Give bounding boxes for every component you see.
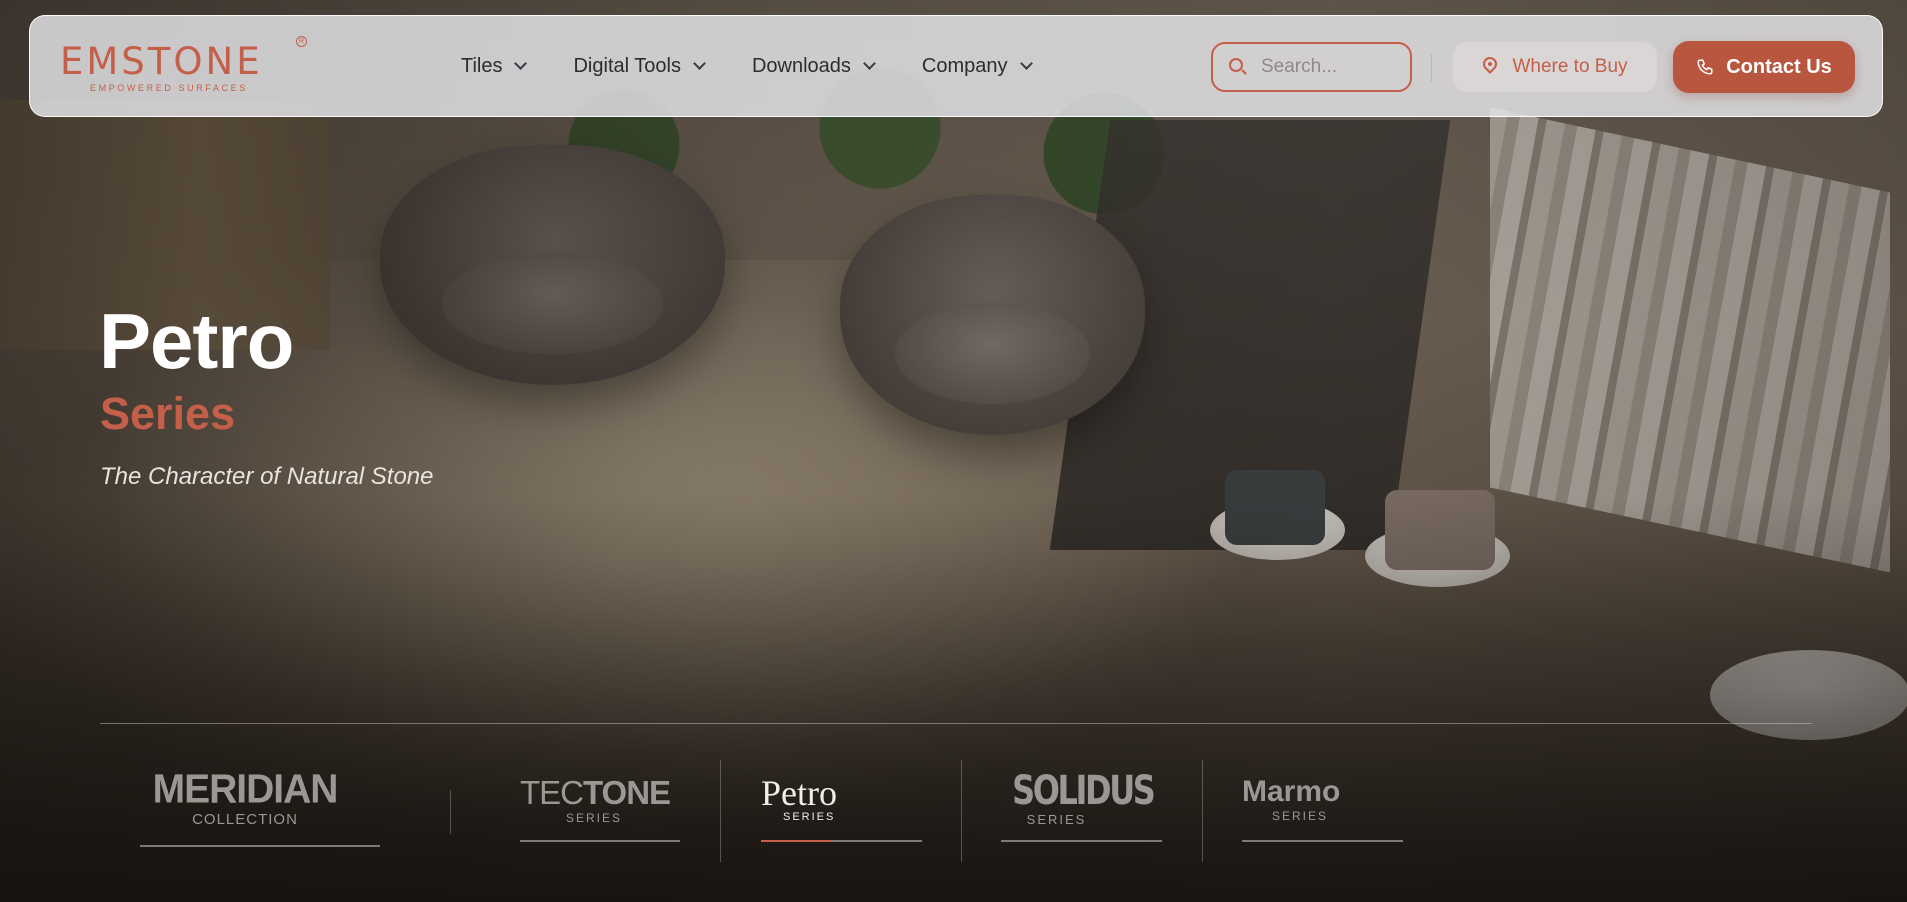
nav-item-downloads[interactable]: Downloads bbox=[751, 54, 876, 78]
logo-tagline: EMPOWERED SURFACES bbox=[90, 83, 248, 93]
hero-tagline: The Character of Natural Stone bbox=[100, 463, 434, 490]
collection-subtitle: COLLECTION bbox=[192, 811, 298, 828]
chevron-down-icon bbox=[514, 57, 528, 70]
main-nav: Tiles Digital Tools Downloads Company bbox=[461, 16, 1079, 116]
phone-icon bbox=[1696, 58, 1714, 76]
collection-subtitle: SERIES bbox=[1026, 812, 1087, 827]
search-icon bbox=[1229, 58, 1247, 76]
nav-item-label: Tiles bbox=[461, 54, 503, 77]
collection-name: Petro bbox=[761, 773, 837, 813]
collection-underline bbox=[520, 840, 680, 842]
collection-name: MERIDIAN bbox=[152, 766, 339, 813]
chevron-down-icon bbox=[693, 57, 706, 70]
collection-name: TECTONE bbox=[520, 774, 671, 811]
chevron-down-icon bbox=[863, 57, 876, 70]
collection-underline bbox=[1242, 840, 1403, 842]
nav-item-label: Digital Tools bbox=[573, 54, 681, 77]
collection-tectone[interactable]: TECTONE SERIES bbox=[520, 775, 680, 842]
collection-separator bbox=[720, 760, 721, 862]
nav-item-digital-tools[interactable]: Digital Tools bbox=[573, 54, 706, 78]
header-divider bbox=[1431, 54, 1432, 82]
site-header: EMSTONE EMPOWERED SURFACES R Tiles Digit… bbox=[29, 15, 1883, 117]
where-to-buy-button[interactable]: Where to Buy bbox=[1453, 42, 1657, 92]
collection-name: Marmo bbox=[1242, 775, 1341, 808]
collection-subtitle: SERIES bbox=[565, 811, 622, 825]
search-input[interactable] bbox=[1261, 56, 1406, 78]
nav-item-company[interactable]: Company bbox=[921, 54, 1033, 78]
nav-item-label: Company bbox=[921, 54, 1008, 77]
logo-wordmark: EMSTONE bbox=[60, 40, 263, 83]
hero-subtitle: Series bbox=[100, 388, 236, 439]
search-box[interactable] bbox=[1211, 42, 1412, 92]
collection-underline bbox=[140, 845, 380, 847]
hero-title: Petro bbox=[99, 297, 294, 385]
map-pin-icon bbox=[1480, 54, 1501, 77]
chevron-down-icon bbox=[1019, 57, 1033, 70]
collection-separator bbox=[961, 760, 962, 862]
collection-petro[interactable]: Petro SERIES bbox=[761, 775, 922, 842]
registered-mark-icon: R bbox=[296, 36, 307, 47]
collection-meridian[interactable]: MERIDIAN COLLECTION bbox=[140, 766, 380, 847]
collection-name: SOLIDUS bbox=[1012, 768, 1156, 814]
collections-divider bbox=[100, 723, 1812, 724]
collection-subtitle: SERIES bbox=[1272, 809, 1329, 823]
collection-separator bbox=[450, 790, 451, 834]
where-to-buy-label: Where to Buy bbox=[1512, 56, 1628, 77]
nav-item-label: Downloads bbox=[751, 54, 851, 77]
collection-separator bbox=[1202, 760, 1203, 862]
nav-item-tiles[interactable]: Tiles bbox=[461, 54, 528, 78]
contact-us-button[interactable]: Contact Us bbox=[1673, 41, 1855, 93]
brand-logo[interactable]: EMSTONE EMPOWERED SURFACES R bbox=[60, 36, 307, 98]
contact-us-label: Contact Us bbox=[1726, 55, 1832, 78]
collection-solidus[interactable]: SOLIDUS SERIES bbox=[1001, 770, 1162, 842]
collection-marmo[interactable]: Marmo SERIES bbox=[1242, 775, 1403, 842]
collection-underline bbox=[1001, 840, 1162, 842]
collection-subtitle: SERIES bbox=[783, 811, 836, 823]
active-collection-indicator bbox=[761, 840, 832, 842]
